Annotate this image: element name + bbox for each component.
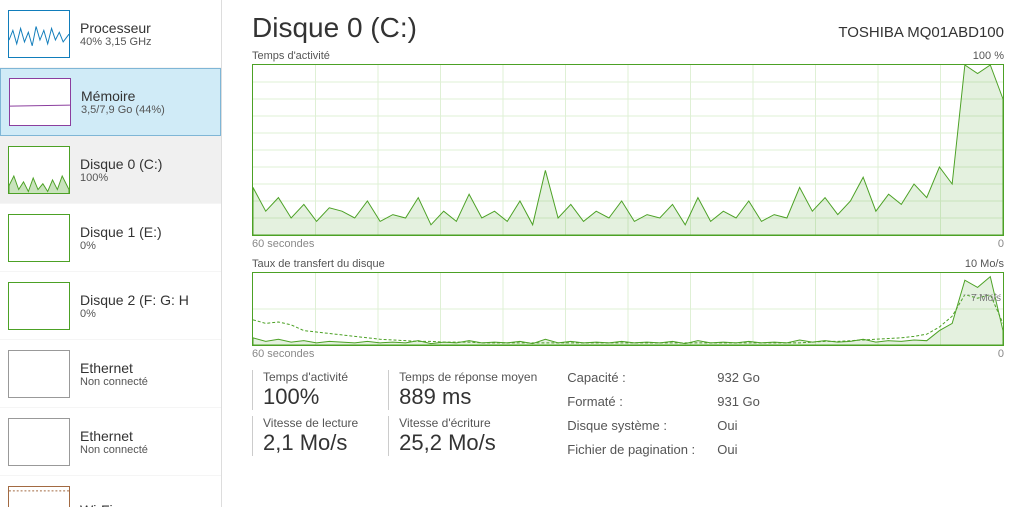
sidebar-item-label: Ethernet <box>80 428 148 444</box>
disk-thumb-icon <box>8 214 70 262</box>
cpu-thumb-icon <box>8 10 70 58</box>
main-panel: Disque 0 (C:) TOSHIBA MQ01ABD100 Temps d… <box>222 0 1024 507</box>
transfer-chart: 7 Mo/s <box>252 272 1004 346</box>
activity-label: Temps d'activité <box>263 370 358 384</box>
system-value: Oui <box>717 418 837 438</box>
page-title: Disque 0 (C:) <box>252 12 417 44</box>
read-value: 2,1 Mo/s <box>263 430 358 456</box>
response-label: Temps de réponse moyen <box>399 370 537 384</box>
sidebar-item-sub: 40% 3,15 GHz <box>80 36 152 48</box>
disk-thumb-icon <box>8 282 70 330</box>
sidebar-item-label: Disque 2 (F: G: H <box>80 292 189 308</box>
disk-model: TOSHIBA MQ01ABD100 <box>838 24 1004 41</box>
sidebar-item-sub: 0% <box>80 308 189 320</box>
ethernet-thumb-icon <box>8 418 70 466</box>
read-label: Vitesse de lecture <box>263 416 358 430</box>
sidebar-item-cpu[interactable]: Processeur 40% 3,15 GHz <box>0 0 221 68</box>
disk-thumb-icon <box>8 146 70 194</box>
sidebar-item-label: Disque 0 (C:) <box>80 156 162 172</box>
formatted-label: Formaté : <box>567 394 717 414</box>
formatted-value: 931 Go <box>717 394 837 414</box>
write-label: Vitesse d'écriture <box>399 416 537 430</box>
wifi-thumb-icon <box>8 486 70 507</box>
chart2-xleft: 60 secondes <box>252 348 314 360</box>
sidebar[interactable]: Processeur 40% 3,15 GHz Mémoire 3,5/7,9 … <box>0 0 222 507</box>
capacity-label: Capacité : <box>567 370 717 390</box>
sidebar-item-label: Disque 1 (E:) <box>80 224 162 240</box>
response-value: 889 ms <box>399 384 537 410</box>
info-table: Capacité : 932 Go Formaté : 931 Go Disqu… <box>567 370 837 462</box>
sidebar-item-sub: Non connecté <box>80 376 148 388</box>
chart1-max: 100 % <box>973 50 1004 62</box>
system-label: Disque système : <box>567 418 717 438</box>
activity-value: 100% <box>263 384 358 410</box>
sidebar-item-disk1[interactable]: Disque 1 (E:) 0% <box>0 204 221 272</box>
ethernet-thumb-icon <box>8 350 70 398</box>
pagefile-value: Oui <box>717 442 837 462</box>
sidebar-item-label: Processeur <box>80 20 152 36</box>
sidebar-item-sub: 100% <box>80 172 162 184</box>
chart2-max: 10 Mo/s <box>965 258 1004 270</box>
activity-chart <box>252 64 1004 236</box>
sidebar-item-ethernet2[interactable]: Ethernet Non connecté <box>0 408 221 476</box>
sidebar-item-label: Wi-Fi <box>80 502 113 507</box>
pagefile-label: Fichier de pagination : <box>567 442 717 462</box>
sidebar-item-wifi[interactable]: Wi-Fi <box>0 476 221 507</box>
sidebar-item-ethernet1[interactable]: Ethernet Non connecté <box>0 340 221 408</box>
sidebar-item-disk2[interactable]: Disque 2 (F: G: H 0% <box>0 272 221 340</box>
chart1-xleft: 60 secondes <box>252 238 314 250</box>
sidebar-item-label: Ethernet <box>80 360 148 376</box>
sidebar-item-label: Mémoire <box>81 88 165 104</box>
chart1-label: Temps d'activité <box>252 50 330 62</box>
sidebar-item-sub: 0% <box>80 240 162 252</box>
memory-thumb-icon <box>9 78 71 126</box>
write-value: 25,2 Mo/s <box>399 430 537 456</box>
sidebar-item-memory[interactable]: Mémoire 3,5/7,9 Go (44%) <box>0 68 221 136</box>
sidebar-item-sub: Non connecté <box>80 444 148 456</box>
chart1-xright: 0 <box>998 238 1004 250</box>
capacity-value: 932 Go <box>717 370 837 390</box>
chart2-mark: 7 Mo/s <box>971 293 1001 304</box>
sidebar-item-disk0[interactable]: Disque 0 (C:) 100% <box>0 136 221 204</box>
chart2-xright: 0 <box>998 348 1004 360</box>
chart2-label: Taux de transfert du disque <box>252 258 385 270</box>
sidebar-item-sub: 3,5/7,9 Go (44%) <box>81 104 165 116</box>
